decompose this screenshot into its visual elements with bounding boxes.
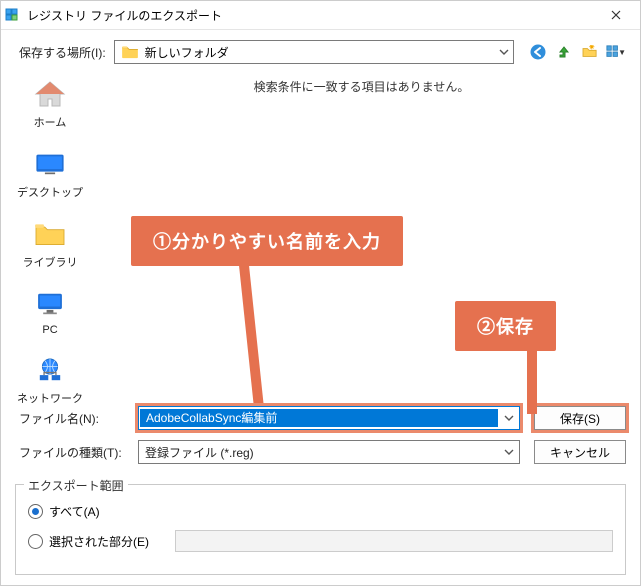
place-network[interactable]: ネットワーク: [7, 354, 93, 406]
filetype-combo[interactable]: 登録ファイル (*.reg): [138, 440, 520, 464]
empty-message: 検索条件に一致する項目はありません。: [97, 78, 626, 95]
file-list-pane[interactable]: 検索条件に一致する項目はありません。: [97, 70, 626, 400]
place-pc[interactable]: PC: [7, 288, 93, 336]
filename-label: ファイル名(N):: [19, 410, 124, 427]
place-label: ネットワーク: [17, 390, 83, 406]
radio-all[interactable]: [28, 504, 43, 519]
close-button[interactable]: [596, 1, 636, 29]
back-button[interactable]: [528, 42, 548, 62]
place-label: PC: [42, 324, 57, 336]
place-label: ライブラリ: [23, 254, 78, 270]
location-label: 保存する場所(I):: [19, 44, 106, 61]
app-icon: [5, 7, 21, 23]
network-icon: [30, 354, 70, 386]
desktop-icon: [30, 148, 70, 180]
filetype-label: ファイルの種類(T):: [19, 444, 124, 461]
pc-icon: [30, 288, 70, 320]
up-button[interactable]: [554, 42, 574, 62]
place-libraries[interactable]: ライブラリ: [7, 218, 93, 270]
selected-branch-input: [175, 530, 613, 552]
radio-selected-label: 選択された部分(E): [49, 533, 149, 550]
cancel-button-label: キャンセル: [550, 444, 610, 461]
radio-all-label: すべて(A): [49, 503, 100, 520]
browse-area: ホーム デスクトップ ライブラリ: [1, 70, 640, 400]
save-button-label: 保存(S): [560, 410, 600, 427]
filename-input[interactable]: AdobeCollabSync編集前: [138, 406, 520, 430]
place-home[interactable]: ホーム: [7, 78, 93, 130]
filename-value: AdobeCollabSync編集前: [140, 409, 498, 427]
chevron-down-icon[interactable]: [499, 449, 519, 455]
location-value: 新しいフォルダ: [145, 44, 495, 61]
places-bar: ホーム デスクトップ ライブラリ: [7, 70, 93, 400]
folder-icon: [121, 45, 139, 59]
location-combo[interactable]: 新しいフォルダ: [114, 40, 514, 64]
libraries-icon: [30, 218, 70, 250]
cancel-button[interactable]: キャンセル: [534, 440, 626, 464]
radio-all-row[interactable]: すべて(A): [28, 503, 613, 520]
place-desktop[interactable]: デスクトップ: [7, 148, 93, 200]
export-scope-group: エクスポート範囲 すべて(A) 選択された部分(E): [15, 484, 626, 575]
save-button[interactable]: 保存(S): [534, 406, 626, 430]
home-icon: [30, 78, 70, 110]
chevron-down-icon[interactable]: [499, 415, 519, 421]
radio-selected-row[interactable]: 選択された部分(E): [28, 530, 613, 552]
chevron-down-icon: ▼: [618, 48, 626, 57]
window-title: レジストリ ファイルのエクスポート: [27, 7, 596, 24]
nav-toolbar: ▼: [528, 42, 626, 62]
view-menu-button[interactable]: ▼: [606, 42, 626, 62]
place-label: ホーム: [34, 114, 67, 130]
title-bar: レジストリ ファイルのエクスポート: [1, 1, 640, 30]
form-area: ファイル名(N): AdobeCollabSync編集前 保存(S) ファイルの…: [1, 400, 640, 480]
filetype-value: 登録ファイル (*.reg): [139, 444, 499, 461]
radio-selected[interactable]: [28, 534, 43, 549]
new-folder-button[interactable]: [580, 42, 600, 62]
export-scope-legend: エクスポート範囲: [24, 477, 128, 494]
chevron-down-icon[interactable]: [495, 49, 513, 55]
location-row: 保存する場所(I): 新しいフォルダ: [1, 30, 640, 70]
place-label: デスクトップ: [17, 184, 83, 200]
